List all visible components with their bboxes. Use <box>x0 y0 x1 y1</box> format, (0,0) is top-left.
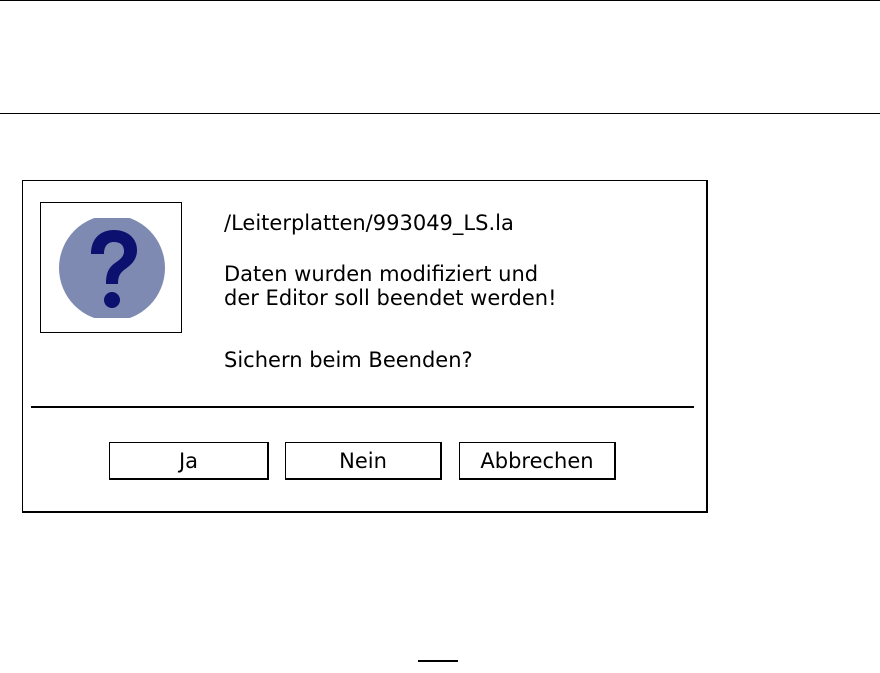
question-mark-icon <box>59 218 165 318</box>
save-question: Sichern beim Beenden? <box>224 348 473 372</box>
no-button[interactable]: Nein <box>285 442 442 480</box>
message-line-2: der Editor soll beendet werden! <box>224 286 557 310</box>
top-divider <box>0 0 880 1</box>
header-divider <box>0 113 880 114</box>
message-line-1: Daten wurden modifiziert und <box>224 262 539 286</box>
page-marker-line <box>418 660 458 662</box>
file-path: /Leiterplatten/993049_LS.la <box>224 211 514 235</box>
save-confirm-dialog: /Leiterplatten/993049_LS.la Daten wurden… <box>22 180 708 513</box>
dialog-separator <box>31 406 694 408</box>
cancel-button[interactable]: Abbrechen <box>459 442 616 480</box>
icon-frame <box>40 202 182 333</box>
yes-button[interactable]: Ja <box>109 442 269 480</box>
